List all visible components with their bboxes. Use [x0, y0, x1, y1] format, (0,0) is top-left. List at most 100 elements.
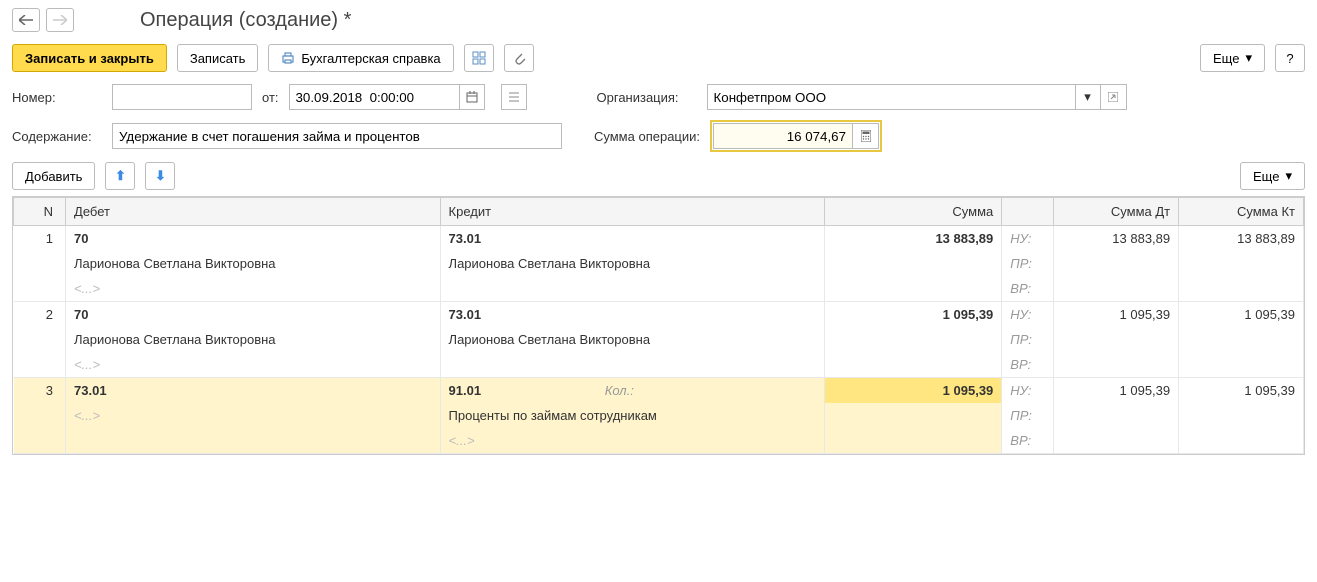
debit-sub1: Ларионова Светлана Викторовна: [66, 251, 441, 276]
debit-sub1: Ларионова Светлана Викторовна: [66, 327, 441, 352]
chevron-down-icon: ▾: [1245, 50, 1252, 66]
save-button[interactable]: Записать: [177, 44, 259, 72]
table-row[interactable]: 2 70 73.01 1 095,39 НУ: 1 095,39 1 095,3…: [14, 302, 1304, 328]
credit-sub1: Ларионова Светлана Викторовна: [440, 251, 825, 276]
debit-sub2: <...>: [66, 276, 441, 302]
row-n: 1: [14, 226, 66, 252]
col-amount[interactable]: Сумма: [825, 198, 1002, 226]
amount-kt: 13 883,89: [1179, 226, 1304, 252]
main-toolbar: Записать и закрыть Записать Бухгалтерска…: [12, 44, 1305, 72]
sum-label: Сумма операции:: [594, 129, 700, 144]
form-row-number: Номер: от: Организация: ▾: [12, 84, 1305, 110]
amount-dt: 13 883,89: [1054, 226, 1179, 252]
pr-label: ПР:: [1002, 403, 1054, 428]
amount-dt: 1 095,39: [1054, 302, 1179, 328]
credit-sub1: Ларионова Светлана Викторовна: [440, 327, 825, 352]
org-input[interactable]: [707, 84, 1075, 110]
table-more-button[interactable]: Еще ▾: [1240, 162, 1305, 190]
debit-account: 70: [66, 226, 441, 252]
credit-cell: 91.01 Кол.:: [440, 378, 825, 404]
table-row-selected[interactable]: 3 73.01 91.01 Кол.: 1 095,39 НУ: 1 095,3…: [14, 378, 1304, 404]
date-label: от:: [262, 90, 279, 105]
help-button[interactable]: ?: [1275, 44, 1305, 72]
row-n: 2: [14, 302, 66, 328]
nu-label: НУ:: [1002, 226, 1054, 252]
date-input[interactable]: [289, 84, 459, 110]
table-row[interactable]: <...> ВР:: [14, 352, 1304, 378]
page-title: Операция (создание) *: [140, 9, 351, 32]
table-row[interactable]: Ларионова Светлана Викторовна Ларионова …: [14, 327, 1304, 352]
table-row[interactable]: Ларионова Светлана Викторовна Ларионова …: [14, 251, 1304, 276]
qty-label: Кол.:: [605, 383, 634, 398]
org-open-button[interactable]: [1101, 84, 1127, 110]
report-label: Бухгалтерская справка: [301, 51, 440, 66]
col-credit[interactable]: Кредит: [440, 198, 825, 226]
sum-highlight: [710, 120, 882, 152]
amount: 1 095,39: [825, 302, 1002, 328]
entries-table: N Дебет Кредит Сумма Сумма Дт Сумма Кт 1…: [12, 196, 1305, 455]
accounting-report-button[interactable]: Бухгалтерская справка: [268, 44, 453, 72]
amount-kt: 1 095,39: [1179, 302, 1304, 328]
col-amount-dt[interactable]: Сумма Дт: [1054, 198, 1179, 226]
org-label: Организация:: [597, 90, 697, 105]
add-row-button[interactable]: Добавить: [12, 162, 95, 190]
amount-kt: 1 095,39: [1179, 378, 1304, 404]
move-down-button[interactable]: ⬇: [145, 162, 175, 190]
more-button[interactable]: Еще ▾: [1200, 44, 1265, 72]
desc-label: Содержание:: [12, 129, 102, 144]
col-amount-kt[interactable]: Сумма Кт: [1179, 198, 1304, 226]
vr-label: ВР:: [1002, 276, 1054, 302]
amount-dt: 1 095,39: [1054, 378, 1179, 404]
credit-sub2: [440, 276, 825, 302]
credit-account: 91.01: [449, 383, 482, 398]
vr-label: ВР:: [1002, 352, 1054, 378]
move-up-button[interactable]: ⬆: [105, 162, 135, 190]
calculator-button[interactable]: [853, 123, 879, 149]
debit-account: 70: [66, 302, 441, 328]
number-label: Номер:: [12, 90, 102, 105]
table-header-row: N Дебет Кредит Сумма Сумма Дт Сумма Кт: [14, 198, 1304, 226]
credit-sub2: <...>: [440, 428, 825, 454]
table-row[interactable]: <...> ВР:: [14, 276, 1304, 302]
table-toolbar: Добавить ⬆ ⬇ Еще ▾: [12, 162, 1305, 190]
print-icon: [281, 51, 295, 65]
desc-input[interactable]: [112, 123, 562, 149]
credit-account: 73.01: [440, 302, 825, 328]
save-close-button[interactable]: Записать и закрыть: [12, 44, 167, 72]
nu-label: НУ:: [1002, 378, 1054, 404]
row-n: 3: [14, 378, 66, 404]
debit-account: 73.01: [66, 378, 441, 404]
chevron-down-icon: ▾: [1285, 168, 1292, 184]
amount: 13 883,89: [825, 226, 1002, 252]
credit-sub1: Проценты по займам сотрудникам: [440, 403, 825, 428]
calendar-button[interactable]: [459, 84, 485, 110]
credit-sub2: [440, 352, 825, 378]
vr-label: ВР:: [1002, 428, 1054, 454]
nu-label: НУ:: [1002, 302, 1054, 328]
col-n[interactable]: N: [14, 198, 66, 226]
arrow-up-icon: ⬆: [115, 168, 126, 184]
amount[interactable]: 1 095,39: [825, 378, 1002, 404]
number-input[interactable]: [112, 84, 252, 110]
table-row-selected[interactable]: <...> Проценты по займам сотрудникам ПР:: [14, 403, 1304, 428]
arrow-down-icon: ⬇: [155, 168, 166, 184]
top-nav: Операция (создание) *: [12, 8, 1305, 32]
col-debit[interactable]: Дебет: [66, 198, 441, 226]
table-row-selected[interactable]: <...> ВР:: [14, 428, 1304, 454]
sum-input[interactable]: [713, 123, 853, 149]
registers-button[interactable]: [464, 44, 494, 72]
debit-sub2: [66, 428, 441, 454]
credit-account: 73.01: [440, 226, 825, 252]
pr-label: ПР:: [1002, 251, 1054, 276]
pr-label: ПР:: [1002, 327, 1054, 352]
form-row-desc: Содержание: Сумма операции:: [12, 120, 1305, 152]
col-type[interactable]: [1002, 198, 1054, 226]
debit-sub2: <...>: [66, 352, 441, 378]
forward-button[interactable]: [46, 8, 74, 32]
back-button[interactable]: [12, 8, 40, 32]
table-row[interactable]: 1 70 73.01 13 883,89 НУ: 13 883,89 13 88…: [14, 226, 1304, 252]
attach-button[interactable]: [504, 44, 534, 72]
debit-sub1: <...>: [66, 403, 441, 428]
list-button[interactable]: [501, 84, 527, 110]
org-dropdown-button[interactable]: ▾: [1075, 84, 1101, 110]
